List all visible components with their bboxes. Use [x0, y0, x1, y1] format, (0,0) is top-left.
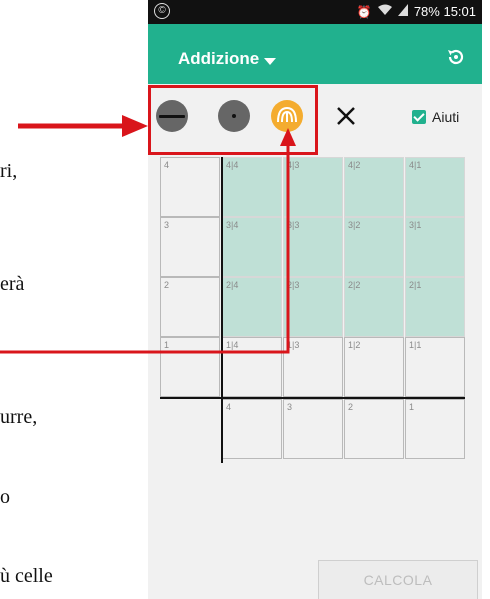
grid-cell[interactable]: 3|3 [283, 217, 343, 277]
operation-title[interactable]: Addizione [178, 49, 259, 69]
annotation-highlight-box [148, 85, 318, 155]
product-grid: 1 2 3 4 1|1 1|2 1|3 1|4 1 2|1 2|2 2|3 2|4 2 3|1 3|2 3|3 3… [160, 157, 465, 463]
grid-cell[interactable]: 2 [344, 399, 404, 459]
close-tool-icon[interactable] [330, 100, 362, 132]
document-fragment-2: erà [0, 273, 25, 295]
grid-cell[interactable]: 3|1 [405, 217, 465, 277]
grid-cell[interactable]: 4 [222, 399, 282, 459]
aiuti-checkbox[interactable]: Aiuti [412, 109, 459, 125]
grid-cell[interactable]: 2 [160, 277, 220, 337]
grid-cell[interactable]: 1|3 [283, 337, 343, 397]
grid-cell[interactable]: 2|1 [405, 277, 465, 337]
grid-cell[interactable]: 4|1 [405, 157, 465, 217]
grid-cell[interactable]: 3|2 [344, 217, 404, 277]
document-fragment-1: ri, [0, 160, 18, 182]
document-fragment-4: o [0, 486, 10, 508]
aiuti-label: Aiuti [432, 109, 460, 125]
battery-time: 78% 15:01 [413, 4, 476, 19]
grid-cell[interactable]: 2|2 [344, 277, 404, 337]
status-right: ⏰ 78% 15:01 [357, 4, 476, 19]
reset-icon[interactable] [446, 47, 466, 67]
calcola-button[interactable]: CALCOLA [318, 560, 478, 599]
grid-cell[interactable]: 4|4 [222, 157, 282, 217]
caret-down-icon[interactable] [264, 58, 276, 65]
vertical-axis-line [221, 157, 223, 463]
status-bar: © ⏰ 78% 15:01 [148, 0, 482, 24]
checkbox-checked-icon[interactable] [412, 110, 426, 124]
app-bar: Addizione [148, 24, 482, 84]
horizontal-axis-line [160, 397, 465, 399]
document-fragment-5: ù celle [0, 565, 53, 587]
alarm-icon: ⏰ [356, 4, 372, 19]
grid-cell[interactable]: 4|3 [283, 157, 343, 217]
grid-cell[interactable]: 4 [160, 157, 220, 217]
grid-cell[interactable]: 3|4 [222, 217, 282, 277]
grid-cell[interactable]: 2|3 [283, 277, 343, 337]
grid-cell[interactable]: 3 [283, 399, 343, 459]
copyright-icon: © [154, 3, 170, 19]
grid-cell[interactable]: 1|2 [344, 337, 404, 397]
grid-cell[interactable]: 1 [405, 399, 465, 459]
grid-cell[interactable]: 1|1 [405, 337, 465, 397]
signal-icon [397, 4, 408, 19]
document-fragment-3: urre, [0, 406, 38, 428]
grid-cell[interactable]: 4|2 [344, 157, 404, 217]
grid-cell[interactable]: 1|4 [222, 337, 282, 397]
wifi-icon [377, 4, 392, 19]
grid-cell[interactable]: 3 [160, 217, 220, 277]
grid-cell[interactable]: 2|4 [222, 277, 282, 337]
grid-cell[interactable]: 1 [160, 337, 220, 397]
